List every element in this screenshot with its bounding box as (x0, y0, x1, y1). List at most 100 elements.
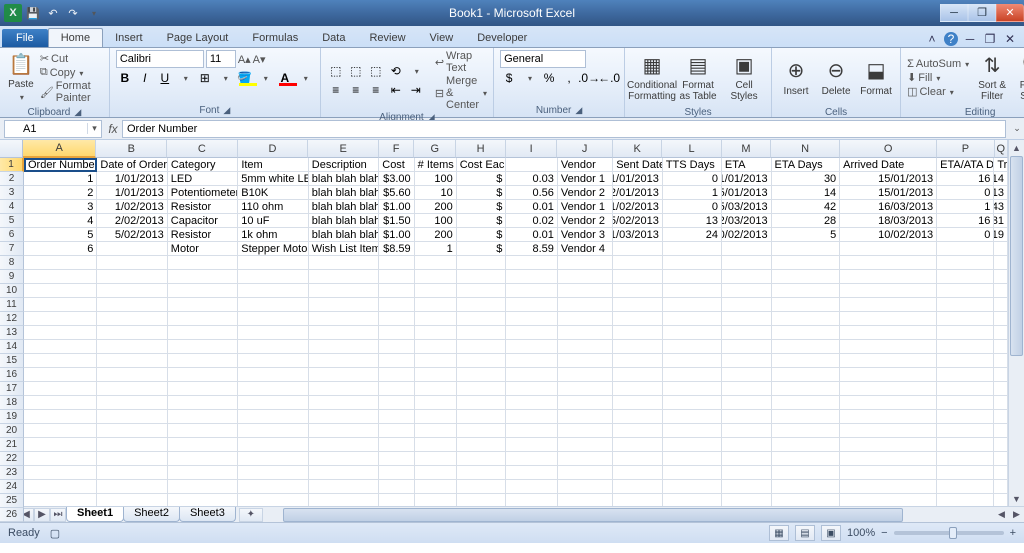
cell[interactable] (937, 480, 994, 494)
cell[interactable] (238, 424, 308, 438)
cell[interactable] (379, 424, 414, 438)
cell[interactable] (238, 270, 308, 284)
font-launcher-icon[interactable]: ◢ (223, 105, 230, 116)
cell[interactable] (238, 438, 308, 452)
qat-save-icon[interactable]: 💾 (24, 4, 42, 22)
cell[interactable] (840, 438, 937, 452)
fill-color-button[interactable]: 🪣 (236, 69, 254, 87)
number-launcher-icon[interactable]: ◢ (575, 105, 582, 116)
column-header[interactable]: Q (995, 140, 1008, 158)
cell[interactable] (457, 368, 507, 382)
cell[interactable] (663, 452, 722, 466)
cell[interactable] (379, 452, 414, 466)
column-header[interactable]: O (840, 140, 937, 158)
cell[interactable] (994, 242, 1008, 256)
column-header[interactable]: C (167, 140, 238, 158)
cell[interactable]: 14 (994, 172, 1008, 186)
cell[interactable]: $ (457, 200, 507, 214)
cell[interactable]: 0.01 (506, 200, 558, 214)
cell[interactable]: 2/01/2013 (613, 186, 663, 200)
cell[interactable] (309, 466, 379, 480)
cell[interactable]: 0.56 (506, 186, 558, 200)
cell[interactable]: 5/02/2013 (97, 228, 167, 242)
cell[interactable] (772, 424, 841, 438)
format-cells-button[interactable]: ⬓Format (858, 50, 894, 106)
font-color-button[interactable]: A (276, 69, 294, 87)
cell[interactable] (663, 284, 722, 298)
row-header[interactable]: 14 (0, 340, 24, 354)
column-header[interactable]: G (414, 140, 456, 158)
cell[interactable] (168, 494, 238, 506)
cell[interactable] (840, 270, 937, 284)
align-bottom-icon[interactable]: ⬚ (367, 62, 385, 80)
cell[interactable] (558, 494, 613, 506)
cell[interactable]: 1k ohm (238, 228, 308, 242)
cell[interactable] (613, 312, 663, 326)
sort-filter-button[interactable]: ⇅Sort & Filter (973, 50, 1011, 106)
row-header[interactable]: 24 (0, 480, 24, 494)
qat-redo-icon[interactable]: ↷ (64, 4, 82, 22)
cell[interactable]: 100 (415, 172, 457, 186)
cell[interactable] (506, 298, 558, 312)
cell[interactable]: 1/01/2013 (97, 172, 167, 186)
select-all-corner[interactable] (0, 140, 23, 158)
cell[interactable] (24, 298, 97, 312)
cell[interactable] (663, 326, 722, 340)
cell[interactable] (168, 396, 238, 410)
cell[interactable] (309, 480, 379, 494)
cell[interactable] (663, 298, 722, 312)
cell[interactable] (309, 326, 379, 340)
cell[interactable] (457, 480, 507, 494)
cell[interactable] (238, 340, 308, 354)
cell[interactable] (24, 410, 97, 424)
cell[interactable] (506, 312, 558, 326)
cell[interactable]: 16 (937, 172, 994, 186)
cell[interactable] (994, 312, 1008, 326)
cell[interactable] (613, 326, 663, 340)
cell[interactable] (379, 480, 414, 494)
row-header[interactable]: 25 (0, 494, 24, 508)
cell[interactable] (379, 312, 414, 326)
cell[interactable] (415, 354, 457, 368)
cell[interactable] (379, 438, 414, 452)
tab-page-layout[interactable]: Page Layout (155, 29, 241, 47)
cell[interactable] (558, 396, 613, 410)
cell[interactable] (994, 284, 1008, 298)
tab-nav-next-icon[interactable]: ▶ (34, 508, 50, 522)
cell[interactable] (97, 452, 167, 466)
cell[interactable] (24, 424, 97, 438)
cell[interactable]: 10/02/2013 (722, 228, 772, 242)
cell[interactable] (613, 242, 663, 256)
cell[interactable] (613, 438, 663, 452)
cell[interactable] (379, 410, 414, 424)
row-header[interactable]: 9 (0, 270, 24, 284)
cell[interactable]: $3.00 (379, 172, 414, 186)
cell[interactable] (663, 494, 722, 506)
cell[interactable] (168, 424, 238, 438)
column-header[interactable]: D (238, 140, 309, 158)
cell[interactable]: 15/01/2013 (840, 172, 937, 186)
window-restore-button[interactable]: ❐ (968, 4, 996, 22)
column-header[interactable]: H (456, 140, 506, 158)
cell[interactable] (457, 354, 507, 368)
cell[interactable]: Vendor 1 (558, 200, 613, 214)
cell[interactable] (663, 242, 722, 256)
hscroll-thumb[interactable] (283, 508, 903, 522)
cell[interactable] (937, 298, 994, 312)
cell[interactable]: 15/02/2013 (613, 214, 663, 228)
cell[interactable] (415, 326, 457, 340)
cell[interactable] (558, 466, 613, 480)
cell[interactable] (994, 494, 1008, 506)
cell[interactable] (722, 326, 772, 340)
cell[interactable] (937, 382, 994, 396)
cell[interactable] (379, 256, 414, 270)
cell[interactable]: 42 (772, 200, 841, 214)
cell[interactable] (613, 340, 663, 354)
cell[interactable] (506, 158, 558, 172)
cell[interactable] (309, 354, 379, 368)
cell[interactable] (840, 396, 937, 410)
cell[interactable] (379, 270, 414, 284)
cell[interactable] (558, 438, 613, 452)
cell[interactable]: Description (309, 158, 379, 172)
column-header[interactable]: K (613, 140, 663, 158)
